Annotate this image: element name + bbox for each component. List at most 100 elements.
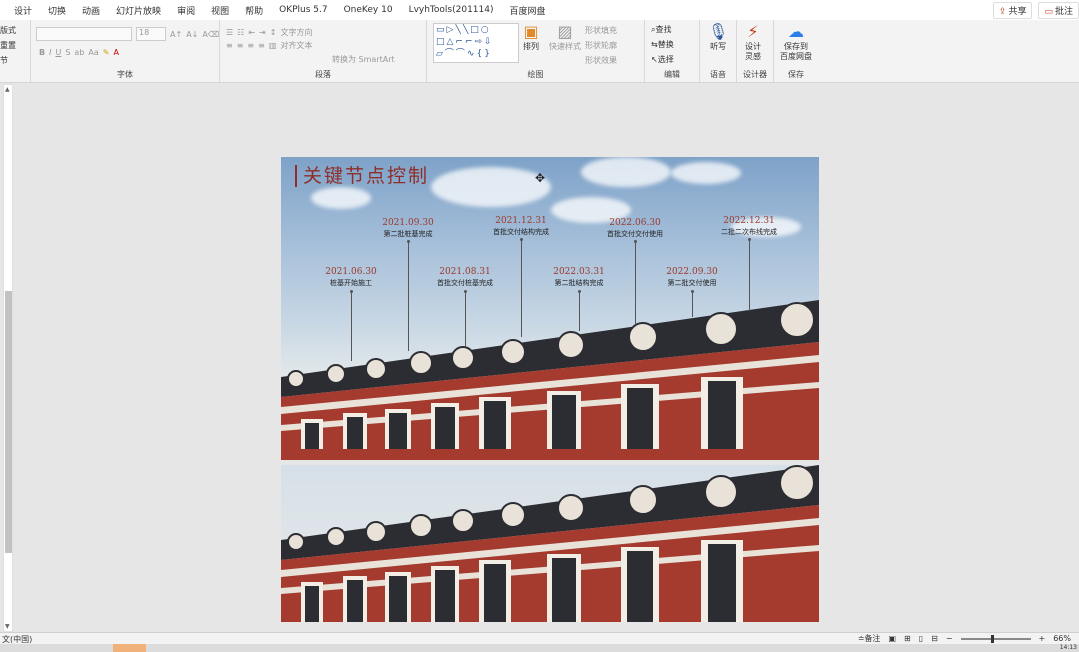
taskbar: 14:13 <box>0 644 1079 652</box>
tab-onekey[interactable]: OneKey 10 <box>336 5 401 15</box>
shrink-font-icon[interactable]: A↓ <box>186 30 198 39</box>
tab-transitions[interactable]: 切换 <box>40 4 74 17</box>
drawing-group: ▭▷╲╲□○ □△⌐⌐⇨⇩ ▱⌒⌒∿{} ▣ 排列 ▨ 快速样式 形状填充 形状… <box>427 20 645 83</box>
scrollbar-thumb[interactable] <box>5 291 12 553</box>
shape-outline-button[interactable]: 形状轮廓 <box>585 38 617 53</box>
bold-icon[interactable]: B <box>39 48 45 57</box>
line-spacing-icon[interactable]: ↕ <box>270 28 277 37</box>
tab-review[interactable]: 审阅 <box>169 4 203 17</box>
node-connector <box>692 291 693 317</box>
tab-view[interactable]: 视图 <box>203 4 237 17</box>
thumbnail-scrollbar[interactable]: ▲ ▼ <box>3 84 13 632</box>
save-baidu-button[interactable]: ☁ 保存到 百度网盘 <box>780 22 812 62</box>
tab-help[interactable]: 帮助 <box>237 4 271 17</box>
timeline-node-bottom-2[interactable]: 2021.08.31 首批交付桩基完成 <box>410 267 520 288</box>
normal-view-icon[interactable]: ▣ <box>888 634 896 643</box>
case-icon[interactable]: Aa <box>88 48 98 57</box>
node-connector <box>521 239 522 337</box>
shape-effects-button[interactable]: 形状效果 <box>585 53 617 68</box>
tab-design[interactable]: 设计 <box>0 4 40 17</box>
slide-1[interactable]: 关键节点控制 2021.09.30 第二批桩基完成 2021.12.31 首批交… <box>281 157 819 460</box>
designer-group-label: 设计器 <box>743 70 767 79</box>
font-color-icon[interactable]: A <box>113 48 118 57</box>
highlight-icon[interactable]: ✎ <box>103 48 110 57</box>
clear-format-icon[interactable]: A⌫ <box>202 30 219 39</box>
font-size-select[interactable]: 18 <box>136 27 166 41</box>
node-date: 2022.06.30 <box>609 218 661 228</box>
taskbar-active-app[interactable] <box>113 644 146 652</box>
columns-icon[interactable]: ▥ <box>269 41 277 50</box>
design-ideas-button[interactable]: ⚡ 设计 灵感 <box>745 22 761 62</box>
strike-icon[interactable]: S <box>65 48 70 57</box>
zoom-level[interactable]: 66% <box>1053 634 1071 643</box>
font-group: 18 A↑ A↓ A⌫ B I U S ab Aa ✎ A 字体 <box>31 20 220 83</box>
slide-sorter-icon[interactable]: ⊞ <box>904 634 911 643</box>
timeline-node-bottom-1[interactable]: 2021.06.30 桩基开始施工 <box>296 267 406 288</box>
building-photo <box>281 300 819 460</box>
zoom-slider[interactable] <box>960 634 1031 643</box>
reading-view-icon[interactable]: ▯ <box>919 634 923 643</box>
timeline-node-bottom-4[interactable]: 2022.09.30 第二批交付使用 <box>637 267 747 288</box>
comment-icon: ▭ <box>1044 7 1053 17</box>
tab-baidu[interactable]: 百度网盘 <box>501 4 553 17</box>
underline-icon[interactable]: U <box>55 48 61 57</box>
shapes-row-2-icons: □△⌐⌐⇨⇩ <box>436 37 494 47</box>
char-spacing-icon[interactable]: ab <box>74 48 84 57</box>
shapes-gallery[interactable]: ▭▷╲╲□○ □△⌐⌐⇨⇩ ▱⌒⌒∿{} <box>433 23 519 63</box>
node-dot <box>691 290 694 293</box>
timeline-node-top-2[interactable]: 2021.12.31 首批交付结构完成 <box>466 216 576 237</box>
editing-group: ⌕查找 ⇆替换 ↖选择 编辑 <box>645 20 700 83</box>
arrange-button[interactable]: ▣ 排列 <box>523 22 539 52</box>
text-direction-button[interactable]: 文字方向 <box>280 27 312 38</box>
grow-font-icon[interactable]: A↑ <box>170 30 182 39</box>
timeline-node-top-3[interactable]: 2022.06.30 首批交付交付使用 <box>580 218 690 239</box>
dictate-button[interactable]: 🎙 听写 <box>708 22 728 52</box>
align-text-button[interactable]: 对齐文本 <box>280 40 312 51</box>
node-connector <box>351 291 352 361</box>
indent-icon[interactable]: ⇥ <box>259 28 266 37</box>
comment-button[interactable]: ▭ 批注 <box>1038 2 1079 19</box>
paragraph-group-label: 段落 <box>315 70 331 79</box>
reset-button[interactable]: 重置 <box>0 38 16 53</box>
share-button[interactable]: ⇪ 共享 <box>992 2 1033 19</box>
layout-button[interactable]: 版式 <box>0 23 16 38</box>
outdent-icon[interactable]: ⇤ <box>248 28 255 37</box>
font-group-label: 字体 <box>117 70 133 79</box>
tab-animations[interactable]: 动画 <box>74 4 108 17</box>
node-dot <box>407 240 410 243</box>
smartart-button[interactable]: 转换为 SmartArt <box>332 54 395 65</box>
justify-icon[interactable]: ≡ <box>258 41 265 50</box>
font-name-select[interactable] <box>36 27 132 41</box>
find-button[interactable]: ⌕查找 <box>651 22 674 37</box>
numbering-icon[interactable]: ☷ <box>237 28 244 37</box>
quick-styles-button[interactable]: ▨ 快速样式 <box>549 22 581 52</box>
scroll-up-icon[interactable]: ▲ <box>5 86 10 93</box>
tab-lvyhtools[interactable]: LvyhTools(201114) <box>401 5 502 15</box>
scroll-down-icon[interactable]: ▼ <box>5 623 10 630</box>
timeline-node-top-1[interactable]: 2021.09.30 第二批桩基完成 <box>353 218 463 239</box>
section-button[interactable]: 节 <box>0 53 16 68</box>
align-right-icon[interactable]: ≡ <box>247 41 254 50</box>
node-connector <box>749 239 750 311</box>
replace-button[interactable]: ⇆替换 <box>651 37 674 52</box>
zoom-out-icon[interactable]: − <box>946 634 953 643</box>
slideshow-icon[interactable]: ⊟ <box>931 634 938 643</box>
node-date: 2021.09.30 <box>382 218 434 228</box>
replace-icon: ⇆ <box>651 40 658 49</box>
zoom-in-icon[interactable]: + <box>1039 634 1046 643</box>
slide-title[interactable]: 关键节点控制 <box>295 165 429 187</box>
align-left-icon[interactable]: ≡ <box>226 41 233 50</box>
notes-button[interactable]: ≐备注 <box>858 633 881 644</box>
shape-fill-button[interactable]: 形状填充 <box>585 23 617 38</box>
zoom-slider-handle[interactable] <box>990 634 994 643</box>
node-date: 2021.06.30 <box>325 267 377 277</box>
tab-okplus[interactable]: OKPlus 5.7 <box>271 5 335 15</box>
timeline-node-top-4[interactable]: 2022.12.31 二批二次布线完成 <box>694 216 804 237</box>
bullets-icon[interactable]: ☰ <box>226 28 233 37</box>
timeline-node-bottom-3[interactable]: 2022.03.31 第二批结构完成 <box>524 267 634 288</box>
slide-2[interactable] <box>281 465 819 622</box>
tab-slideshow[interactable]: 幻灯片放映 <box>108 4 169 17</box>
italic-icon[interactable]: I <box>49 48 51 57</box>
align-center-icon[interactable]: ≡ <box>237 41 244 50</box>
select-button[interactable]: ↖选择 <box>651 52 674 67</box>
